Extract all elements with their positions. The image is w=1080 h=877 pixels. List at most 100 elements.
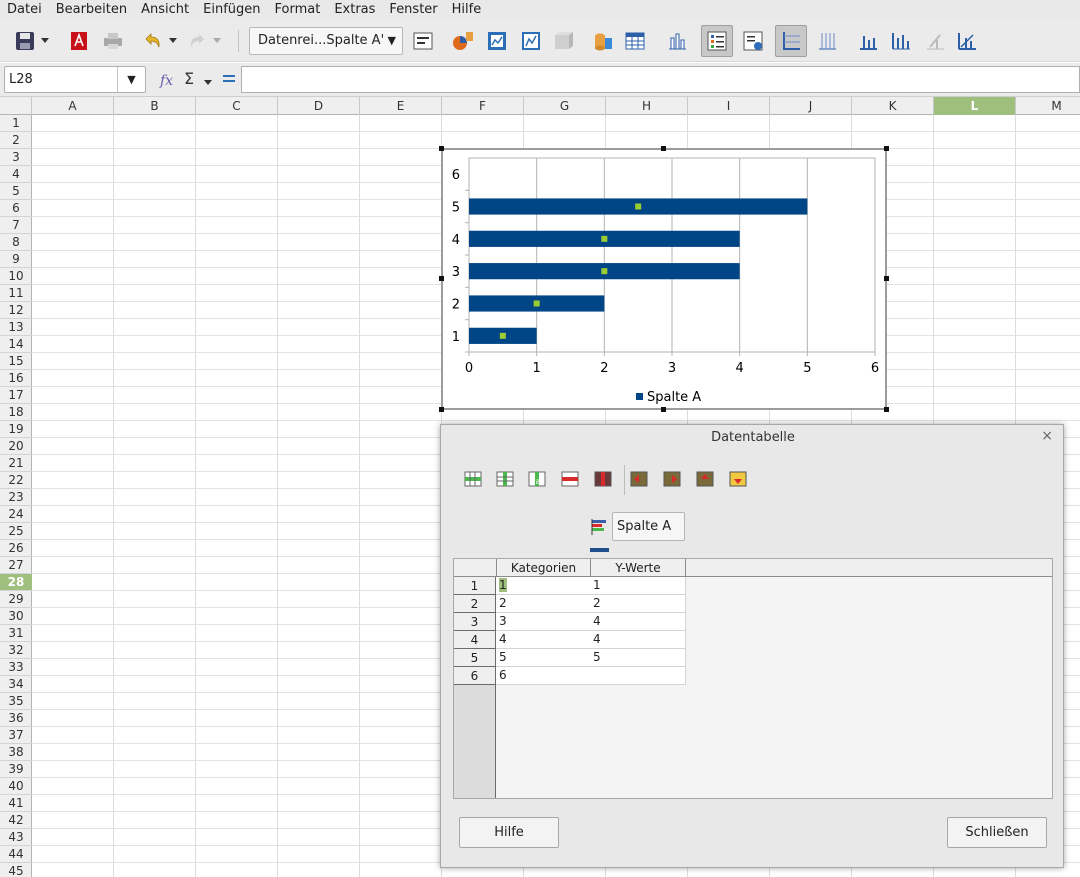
- insert-row-icon[interactable]: [463, 469, 485, 491]
- menu-bearbeiten[interactable]: Bearbeiten: [49, 0, 134, 20]
- chart-area-icon[interactable]: [484, 28, 510, 54]
- print-icon[interactable]: [100, 28, 126, 54]
- row-header-40[interactable]: 40: [0, 778, 32, 795]
- category-cell[interactable]: 6: [496, 667, 591, 685]
- row-header-32[interactable]: 32: [0, 642, 32, 659]
- close-button[interactable]: Schließen: [947, 817, 1047, 848]
- save-icon[interactable]: [12, 28, 38, 54]
- column-header-b[interactable]: B: [114, 97, 196, 115]
- row-header-26[interactable]: 26: [0, 540, 32, 557]
- row-header-7[interactable]: 7: [0, 217, 32, 234]
- value-cell[interactable]: [590, 667, 686, 685]
- row-header-31[interactable]: 31: [0, 625, 32, 642]
- row-header-12[interactable]: 12: [0, 302, 32, 319]
- resize-handle[interactable]: [884, 407, 889, 412]
- help-button[interactable]: Hilfe: [459, 817, 559, 848]
- chart-wall-icon[interactable]: [518, 28, 544, 54]
- chevron-down-icon[interactable]: ▼: [117, 67, 145, 92]
- row-header-21[interactable]: 21: [0, 455, 32, 472]
- row-header-22[interactable]: 22: [0, 472, 32, 489]
- column-header-c[interactable]: C: [196, 97, 278, 115]
- column-header-h[interactable]: H: [606, 97, 688, 115]
- x-axis-icon[interactable]: [855, 28, 881, 54]
- z-axis-icon[interactable]: [922, 28, 948, 54]
- chart-type-icon[interactable]: [450, 28, 476, 54]
- menu-extras[interactable]: Extras: [327, 0, 382, 20]
- move-series-left-icon[interactable]: [629, 469, 651, 491]
- insert-text-column-icon[interactable]: a: [527, 469, 549, 491]
- chevron-down-icon[interactable]: [38, 28, 52, 54]
- close-icon[interactable]: ×: [1041, 428, 1053, 444]
- row-header-14[interactable]: 14: [0, 336, 32, 353]
- value-cell[interactable]: 5: [590, 649, 686, 667]
- menu-ansicht[interactable]: Ansicht: [134, 0, 196, 20]
- legend-position-icon[interactable]: [740, 28, 766, 54]
- value-cell[interactable]: 2: [590, 595, 686, 613]
- row-header-42[interactable]: 42: [0, 812, 32, 829]
- row-header-34[interactable]: 34: [0, 676, 32, 693]
- menu-hilfe[interactable]: Hilfe: [445, 0, 489, 20]
- row-header-18[interactable]: 18: [0, 404, 32, 421]
- column-header-f[interactable]: F: [442, 97, 524, 115]
- series-name-field[interactable]: Spalte A: [612, 512, 685, 541]
- chevron-down-icon[interactable]: [210, 28, 224, 54]
- row-header-15[interactable]: 15: [0, 353, 32, 370]
- value-cell[interactable]: 1: [590, 577, 686, 595]
- row-header-35[interactable]: 35: [0, 693, 32, 710]
- row-header-19[interactable]: 19: [0, 421, 32, 438]
- data-ranges-icon[interactable]: [590, 28, 616, 54]
- row-header-36[interactable]: 36: [0, 710, 32, 727]
- row-header-10[interactable]: 10: [0, 268, 32, 285]
- redo-icon[interactable]: [184, 28, 210, 54]
- vertical-grid-icon[interactable]: [814, 28, 840, 54]
- row-header-28[interactable]: 28: [0, 574, 32, 591]
- row-header-29[interactable]: 29: [0, 591, 32, 608]
- column-header-i[interactable]: I: [688, 97, 770, 115]
- move-series-right-icon[interactable]: [662, 469, 684, 491]
- row-header-45[interactable]: 45: [0, 863, 32, 877]
- resize-handle[interactable]: [439, 276, 444, 281]
- y-axis-icon[interactable]: [888, 28, 914, 54]
- name-box[interactable]: L28 ▼: [4, 66, 146, 93]
- value-cell[interactable]: 4: [590, 613, 686, 631]
- column-header-m[interactable]: M: [1016, 97, 1080, 115]
- 3d-view-icon[interactable]: [550, 28, 576, 54]
- chart-element-select[interactable]: Datenrei...Spalte A' ▼: [249, 27, 403, 55]
- resize-handle[interactable]: [884, 276, 889, 281]
- resize-handle[interactable]: [439, 407, 444, 412]
- row-header-3[interactable]: 3: [0, 149, 32, 166]
- row-header-43[interactable]: 43: [0, 829, 32, 846]
- insert-series-icon[interactable]: [495, 469, 517, 491]
- sum-icon[interactable]: Σ: [184, 69, 200, 89]
- row-header-38[interactable]: 38: [0, 744, 32, 761]
- category-cell[interactable]: 5: [496, 649, 591, 667]
- category-cell[interactable]: 2: [496, 595, 591, 613]
- resize-handle[interactable]: [439, 146, 444, 151]
- format-selection-icon[interactable]: [410, 28, 436, 54]
- chart-object[interactable]: 0 1 2 3 4 5 6 1 2 3 4 5 6 Spalte A: [441, 148, 887, 410]
- menu-format[interactable]: Format: [268, 0, 328, 20]
- select-all-corner[interactable]: [0, 97, 32, 115]
- row-header-16[interactable]: 16: [0, 370, 32, 387]
- move-row-up-icon[interactable]: [695, 469, 717, 491]
- row-header-27[interactable]: 27: [0, 557, 32, 574]
- bar-chart-icon[interactable]: [664, 28, 690, 54]
- row-header-13[interactable]: 13: [0, 319, 32, 336]
- row-header-33[interactable]: 33: [0, 659, 32, 676]
- resize-handle[interactable]: [884, 146, 889, 151]
- category-cell[interactable]: 3: [496, 613, 591, 631]
- row-header-20[interactable]: 20: [0, 438, 32, 455]
- menu-datei[interactable]: Datei: [0, 0, 49, 20]
- row-header-8[interactable]: 8: [0, 234, 32, 251]
- column-header-a[interactable]: A: [32, 97, 114, 115]
- row-header-4[interactable]: 4: [0, 166, 32, 183]
- row-header-24[interactable]: 24: [0, 506, 32, 523]
- move-row-down-icon[interactable]: [728, 469, 750, 491]
- row-header-44[interactable]: 44: [0, 846, 32, 863]
- row-header-25[interactable]: 25: [0, 523, 32, 540]
- row-header-11[interactable]: 11: [0, 285, 32, 302]
- column-header-e[interactable]: E: [360, 97, 442, 115]
- column-header-l[interactable]: L: [934, 97, 1016, 115]
- delete-row-icon[interactable]: [560, 469, 582, 491]
- column-header-j[interactable]: J: [770, 97, 852, 115]
